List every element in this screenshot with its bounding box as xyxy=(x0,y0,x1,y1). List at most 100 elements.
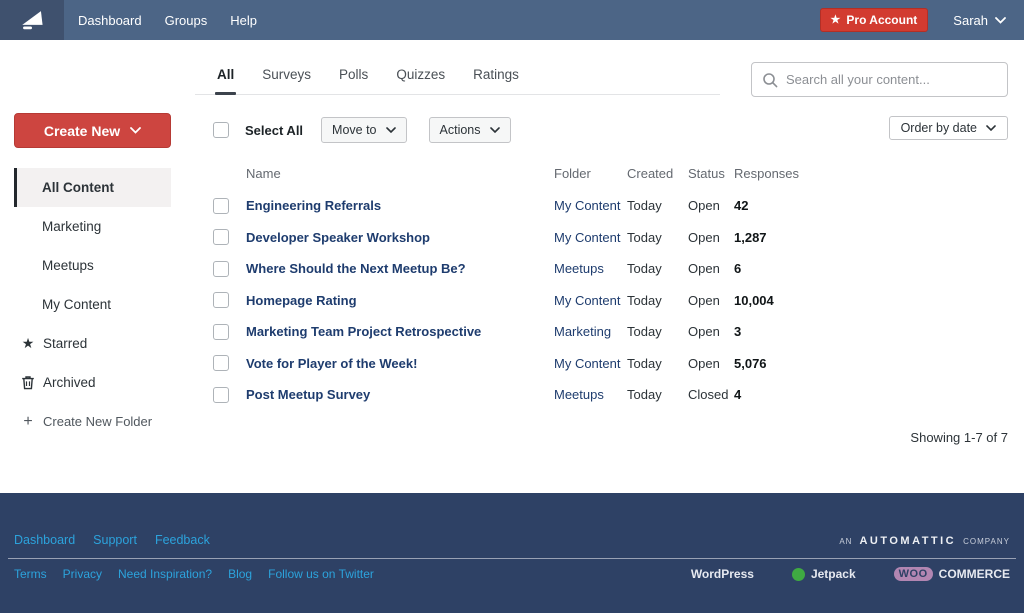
megaphone-icon xyxy=(19,7,45,33)
content-name-link[interactable]: Vote for Player of the Week! xyxy=(246,356,554,371)
chevron-down-icon xyxy=(995,16,1006,24)
sidebar-item-starred[interactable]: ★ Starred xyxy=(14,324,171,363)
responses-value: 6 xyxy=(734,261,742,277)
wordpress-logo[interactable]: WordPress xyxy=(691,567,754,581)
search-box xyxy=(751,62,1008,97)
content-name-link[interactable]: Engineering Referrals xyxy=(246,198,554,213)
app-logo[interactable] xyxy=(0,0,64,40)
row-checkbox[interactable] xyxy=(213,292,229,309)
status-value: Open xyxy=(688,292,720,308)
woocommerce-logo[interactable]: WOO COMMERCE xyxy=(893,567,1010,581)
order-by-label: Order by date xyxy=(900,121,977,135)
sidebar-item-label: Meetups xyxy=(42,258,94,273)
folder-link[interactable]: Marketing xyxy=(554,324,627,339)
column-header-status: Status xyxy=(688,166,725,181)
created-value: Today xyxy=(627,387,662,403)
sidebar-item-all-content[interactable]: All Content xyxy=(14,168,171,207)
folder-link[interactable]: Meetups xyxy=(554,261,627,276)
actions-label: Actions xyxy=(439,123,481,137)
sidebar-item-label: Marketing xyxy=(42,219,102,234)
footer-link-twitter[interactable]: Follow us on Twitter xyxy=(268,567,374,581)
footer-link-blog[interactable]: Blog xyxy=(228,567,252,581)
move-to-dropdown[interactable]: Move to xyxy=(321,117,407,143)
search-input[interactable] xyxy=(786,72,997,87)
table-row: Marketing Team Project Retrospective Mar… xyxy=(213,316,791,348)
content-name-link[interactable]: Homepage Rating xyxy=(246,293,554,308)
automattic-suffix: COMPANY xyxy=(963,537,1010,546)
created-value: Today xyxy=(627,324,662,340)
content-name-link[interactable]: Marketing Team Project Retrospective xyxy=(246,324,554,339)
row-checkbox[interactable] xyxy=(213,197,229,214)
responses-value: 10,004 xyxy=(734,292,774,308)
select-all-checkbox[interactable] xyxy=(213,122,229,138)
sidebar-item-archived[interactable]: Archived xyxy=(14,363,171,402)
row-checkbox[interactable] xyxy=(213,260,229,277)
table-row: Vote for Player of the Week! My Content … xyxy=(213,348,791,380)
woo-icon: WOO xyxy=(893,567,933,581)
folder-link[interactable]: My Content xyxy=(554,356,627,371)
status-value: Open xyxy=(688,229,720,245)
actions-dropdown[interactable]: Actions xyxy=(428,117,511,143)
automattic-prefix: AN xyxy=(839,537,853,546)
table-row: Developer Speaker Workshop My Content To… xyxy=(213,222,791,254)
chevron-down-icon xyxy=(489,127,500,133)
folder-link[interactable]: My Content xyxy=(554,198,627,213)
footer-link-terms[interactable]: Terms xyxy=(14,567,47,581)
nav-item-dashboard[interactable]: Dashboard xyxy=(78,13,142,28)
row-checkbox[interactable] xyxy=(213,229,229,246)
row-checkbox[interactable] xyxy=(213,355,229,372)
responses-value: 42 xyxy=(734,198,749,214)
tab-quizzes[interactable]: Quizzes xyxy=(394,61,447,94)
jetpack-logo[interactable]: Jetpack xyxy=(791,567,856,581)
nav-item-help[interactable]: Help xyxy=(230,13,257,28)
tab-ratings[interactable]: Ratings xyxy=(471,61,521,94)
row-checkbox[interactable] xyxy=(213,386,229,403)
page-footer: Dashboard Support Feedback AN AUTOMATTIC… xyxy=(0,493,1024,613)
folder-link[interactable]: My Content xyxy=(554,293,627,308)
navbar-links: Dashboard Groups Help xyxy=(78,13,257,28)
sidebar-item-label: My Content xyxy=(42,297,112,312)
footer-bottom-links: Terms Privacy Need Inspiration? Blog Fol… xyxy=(14,567,374,581)
footer-bottom-row: Terms Privacy Need Inspiration? Blog Fol… xyxy=(14,567,1010,581)
nav-item-groups[interactable]: Groups xyxy=(165,13,208,28)
order-by-dropdown[interactable]: Order by date xyxy=(888,116,1008,140)
tab-surveys[interactable]: Surveys xyxy=(260,61,313,94)
footer-link-inspiration[interactable]: Need Inspiration? xyxy=(118,567,212,581)
status-value: Closed xyxy=(688,387,729,403)
footer-brand-links: WordPress Jetpack WOO COMMERCE xyxy=(691,567,1010,581)
status-value: Open xyxy=(688,198,720,214)
status-value: Open xyxy=(688,324,720,340)
footer-link-privacy[interactable]: Privacy xyxy=(63,567,102,581)
footer-link-support[interactable]: Support xyxy=(93,533,137,547)
content-name-link[interactable]: Post Meetup Survey xyxy=(246,387,554,402)
folder-link[interactable]: My Content xyxy=(554,230,627,245)
row-checkbox[interactable] xyxy=(213,323,229,340)
create-folder-label: Create New Folder xyxy=(43,414,153,429)
navbar-right: ★ Pro Account Sarah xyxy=(819,8,1024,32)
sidebar-item-meetups[interactable]: Meetups xyxy=(14,246,171,285)
footer-link-feedback[interactable]: Feedback xyxy=(155,533,210,547)
content-name-link[interactable]: Developer Speaker Workshop xyxy=(246,230,554,245)
tab-all[interactable]: All xyxy=(215,61,237,95)
folder-link[interactable]: Meetups xyxy=(554,387,627,402)
select-all-label: Select All xyxy=(245,122,304,138)
search-icon xyxy=(762,72,778,88)
sidebar-item-marketing[interactable]: Marketing xyxy=(14,207,171,246)
user-menu[interactable]: Sarah xyxy=(953,13,1006,28)
pro-account-button[interactable]: ★ Pro Account xyxy=(819,8,929,32)
table-row: Engineering Referrals My Content Today O… xyxy=(213,190,791,222)
sidebar-item-my-content[interactable]: My Content xyxy=(14,285,171,324)
responses-value: 5,076 xyxy=(734,355,767,371)
sidebar-item-label: All Content xyxy=(42,180,114,195)
column-header-created: Created xyxy=(627,166,674,181)
footer-link-dashboard[interactable]: Dashboard xyxy=(14,533,75,547)
create-new-button[interactable]: Create New xyxy=(14,113,171,148)
create-new-folder-button[interactable]: + Create New Folder xyxy=(14,402,171,441)
responses-value: 3 xyxy=(734,324,742,340)
chevron-down-icon xyxy=(130,127,142,134)
content-name-link[interactable]: Where Should the Next Meetup Be? xyxy=(246,261,554,276)
chevron-down-icon xyxy=(385,127,396,133)
user-name: Sarah xyxy=(953,12,988,28)
tab-polls[interactable]: Polls xyxy=(337,61,370,94)
jetpack-label: Jetpack xyxy=(810,567,856,581)
